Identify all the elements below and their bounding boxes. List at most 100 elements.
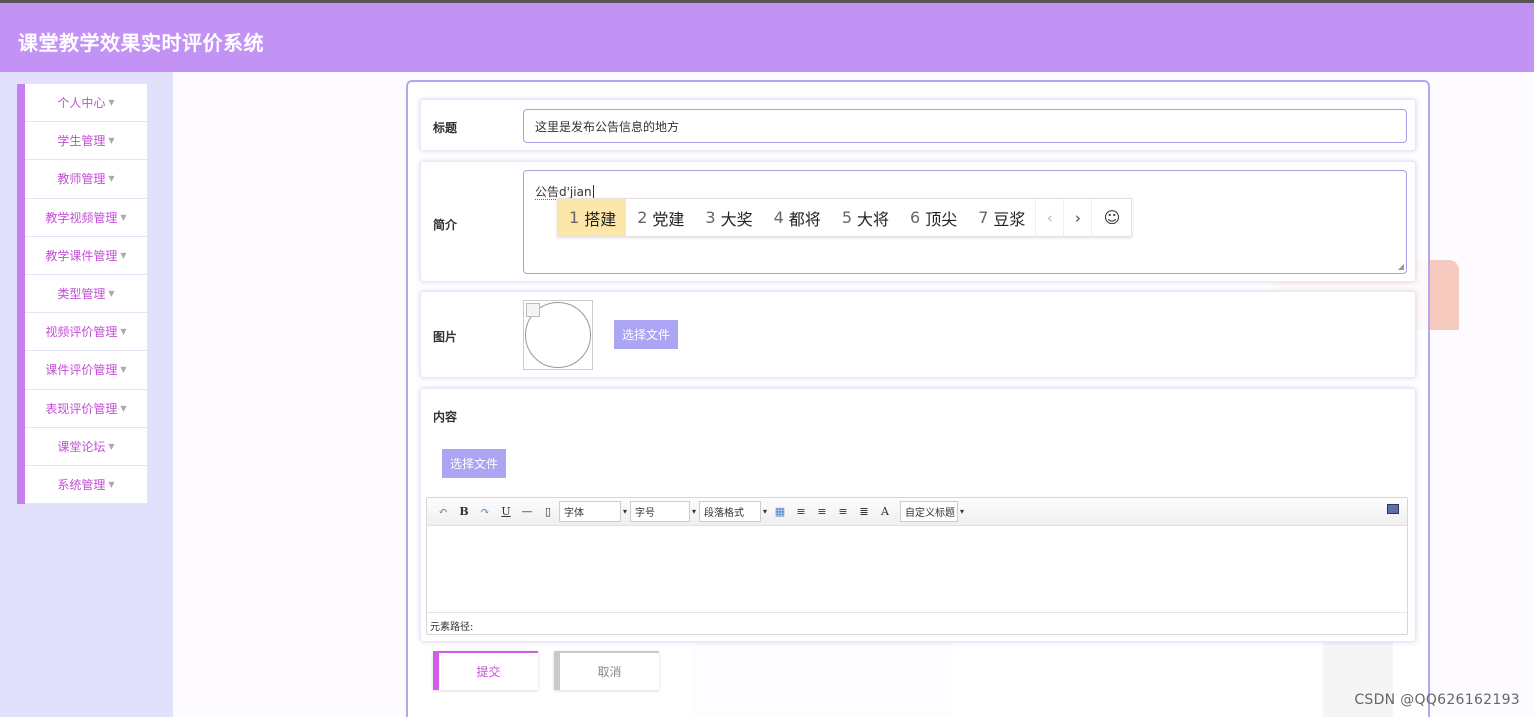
underline-icon[interactable]: U [496,502,516,522]
sidebar-item-label: 课堂论坛 [57,439,106,454]
custom-title-select[interactable]: 自定义标题 [900,501,964,522]
undo-icon[interactable]: ↶ [433,502,453,522]
sidebar-item-performance-evaluation[interactable]: 表现评价管理 ▼ [25,389,147,428]
content-choose-file-button[interactable]: 选择文件 [442,449,507,478]
ime-candidate-number: 3 [705,208,716,227]
form-row-title: 标题 [420,99,1416,151]
sidebar-accent-stripe [17,84,25,504]
align-right-icon[interactable]: ≡ [812,502,832,522]
bold-icon[interactable]: B [454,502,474,522]
sidebar-item-label: 个人中心 [57,96,106,111]
ime-candidate[interactable]: 7 豆浆 [967,199,1035,236]
form-row-image: 图片 选择文件 [420,291,1416,378]
caret-down-icon: ▼ [108,289,115,299]
fullscreen-icon[interactable] [1387,504,1399,514]
align-justify-icon[interactable]: ≣ [854,502,874,522]
ime-candidate-text: 党建 [652,209,685,229]
sidebar-item-teaching-videos[interactable]: 教学视频管理 ▼ [25,198,147,237]
caret-down-icon: ▼ [120,212,127,222]
image-choose-file-button[interactable]: 选择文件 [614,320,679,349]
broken-image-icon [526,303,540,317]
sidebar-item-personal-center[interactable]: 个人中心 ▼ [25,84,147,123]
sidebar-item-types[interactable]: 类型管理 ▼ [25,274,147,314]
ime-candidate-number: 4 [773,208,784,227]
ime-candidate-number: 1 [569,208,580,227]
sidebar-item-courseware[interactable]: 教学课件管理 ▼ [25,236,147,275]
font-color-icon[interactable]: A [875,502,895,522]
align-left-icon[interactable]: ≡ [791,502,811,522]
sidebar-item-teachers[interactable]: 教师管理 ▼ [25,160,147,199]
sidebar-item-forum[interactable]: 课堂论坛 ▼ [25,427,147,466]
watermark: CSDN @QQ626162193 [1354,692,1520,708]
font-family-select[interactable]: 字体 [559,501,627,522]
ime-candidate[interactable]: 4 都将 [763,199,831,236]
ime-candidate-text: 顶尖 [925,209,958,229]
ime-candidate-text: 大将 [857,209,890,229]
caret-down-icon: ▼ [120,250,127,260]
ime-next-page-icon[interactable]: › [1063,199,1091,236]
ime-candidate-bar: 1 搭建 2 党建 3 大奖 4 都将 5 大将 6 顶尖 7 豆浆 ‹ › ☺ [557,198,1133,237]
cancel-button[interactable]: 取消 [554,651,659,690]
caret-down-icon: ▼ [120,327,127,337]
caret-down-icon: ▼ [108,441,115,451]
sidebar-item-label: 教师管理 [57,172,106,187]
form-row-content: 内容 选择文件 ↶ B ↷ U — ▯ 字体 字号 段落格式 ▦ ≡ ≡ ≡ ≣… [420,388,1416,642]
sidebar-item-label: 类型管理 [57,287,106,302]
sidebar-item-label: 表现评价管理 [45,401,118,416]
ime-candidate-number: 5 [841,208,852,227]
ime-candidate[interactable]: 6 顶尖 [899,199,967,236]
sidebar-item-label: 系统管理 [57,477,106,492]
align-center-icon[interactable]: ≡ [833,502,853,522]
sidebar-item-label: 学生管理 [57,134,106,149]
app-title: 课堂教学效果实时评价系统 [18,31,264,55]
image-preview [523,300,593,370]
sidebar-menu: 个人中心 ▼ 学生管理 ▼ 教师管理 ▼ 教学视频管理 ▼ 教学课件管理 ▼ 类型管理 ▼ … [25,84,147,505]
caret-down-icon: ▼ [108,136,115,146]
ime-candidate[interactable]: 2 党建 [626,199,694,236]
sidebar-item-label: 课件评价管理 [45,363,118,378]
top-header-bar: 课堂教学效果实时评价系统 [0,0,1534,72]
horizontal-rule-icon[interactable]: — [517,502,537,522]
ime-emoji-icon[interactable]: ☺ [1091,199,1131,236]
ime-candidate[interactable]: 3 大奖 [694,199,762,236]
caret-down-icon: ▼ [120,365,127,375]
caret-down-icon: ▼ [108,98,115,108]
sidebar-item-students[interactable]: 学生管理 ▼ [25,122,147,161]
table-icon[interactable]: ▦ [770,502,790,522]
ime-candidate-number: 7 [978,208,989,227]
caret-down-icon: ▼ [108,479,115,489]
ime-candidate-text: 搭建 [584,209,617,229]
sidebar-item-label: 视频评价管理 [45,325,118,340]
sidebar-item-label: 教学视频管理 [45,210,118,225]
content-label: 内容 [433,410,458,424]
page-icon[interactable]: ▯ [538,502,558,522]
ime-candidate-number: 2 [637,208,648,227]
text-cursor [592,185,598,199]
redo-icon[interactable]: ↷ [475,502,495,522]
editor-content-area[interactable] [427,527,1407,613]
paragraph-format-select[interactable]: 段落格式 [699,501,767,522]
ime-candidate-number: 6 [910,208,921,227]
title-label: 标题 [433,121,458,135]
ime-candidate-text: 大奖 [720,209,753,229]
sidebar-item-label: 教学课件管理 [45,248,118,263]
editor-element-path: 元素路径: [427,612,1407,634]
resize-grip-icon[interactable]: ◢ [1398,262,1404,271]
caret-down-icon: ▼ [120,403,127,413]
sidebar-item-video-evaluation[interactable]: 视频评价管理 ▼ [25,313,147,352]
image-label: 图片 [433,330,458,344]
ime-candidate[interactable]: 5 大将 [831,199,899,236]
caret-down-icon: ▼ [108,174,115,184]
sidebar-item-system[interactable]: 系统管理 ▼ [25,465,147,505]
rich-text-editor: ↶ B ↷ U — ▯ 字体 字号 段落格式 ▦ ≡ ≡ ≡ ≣ A 自定义标题… [426,497,1408,635]
submit-button[interactable]: 提交 [433,651,538,690]
intro-label: 简介 [433,218,458,232]
editor-toolbar: ↶ B ↷ U — ▯ 字体 字号 段落格式 ▦ ≡ ≡ ≡ ≣ A 自定义标题 [427,498,1407,526]
ime-candidate-text: 都将 [788,209,821,229]
sidebar-item-courseware-evaluation[interactable]: 课件评价管理 ▼ [25,351,147,390]
ime-candidate[interactable]: 1 搭建 [558,199,627,236]
font-size-select[interactable]: 字号 [630,501,696,522]
title-input[interactable] [523,109,1407,143]
ime-candidate-text: 豆浆 [993,209,1026,229]
ime-prev-page-icon[interactable]: ‹ [1035,199,1063,236]
